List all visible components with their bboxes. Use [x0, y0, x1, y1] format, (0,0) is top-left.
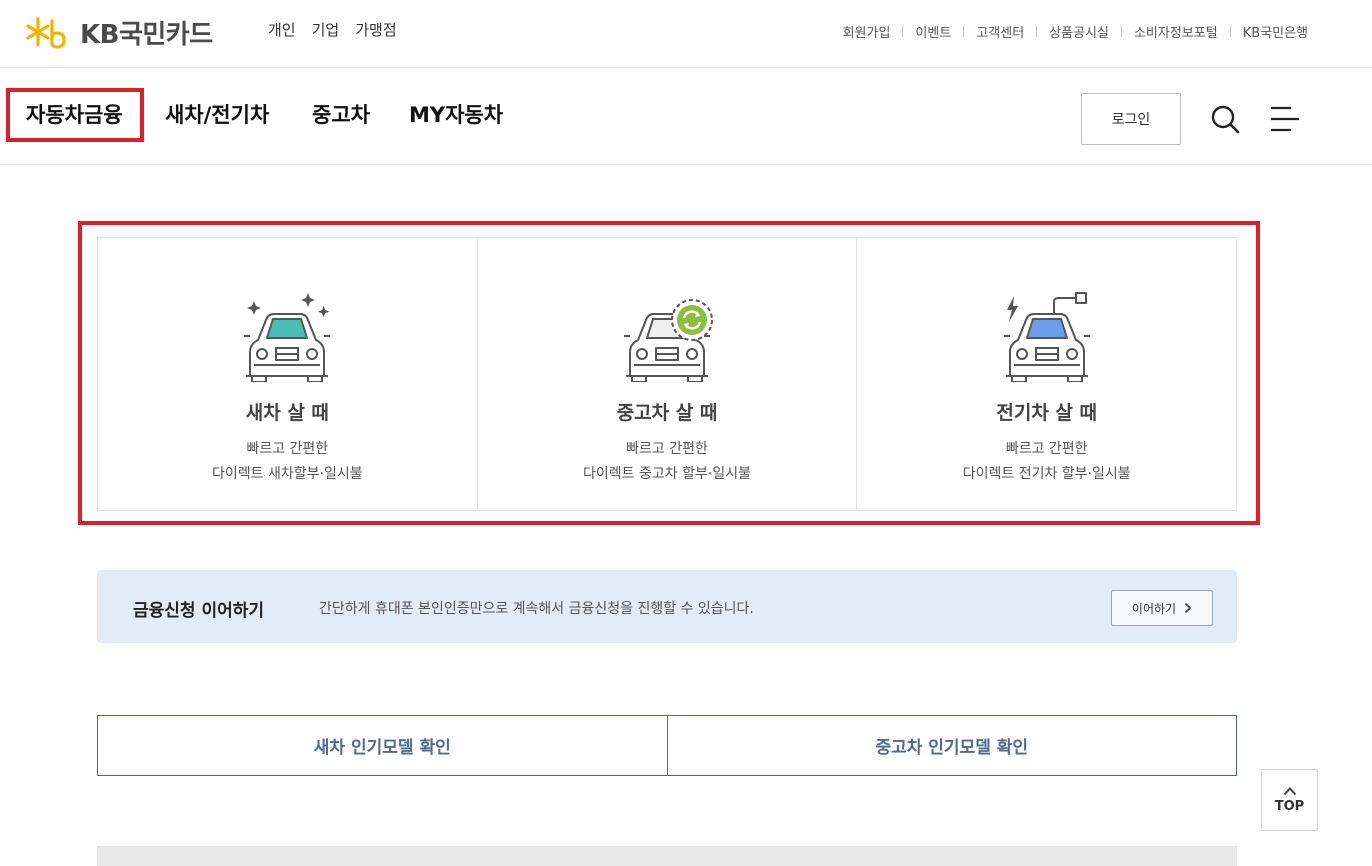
login-button[interactable]: 로그인: [1081, 93, 1181, 145]
divider: [1229, 26, 1231, 37]
utility-link-kb-bank[interactable]: KB국민은행: [1243, 22, 1308, 41]
utility-link-product-disclosure[interactable]: 상품공시실: [1049, 22, 1109, 41]
card-used-car[interactable]: 중고차 살 때 빠르고 간편한 다이렉트 중고차 할부·일시불: [478, 238, 858, 510]
divider: [963, 26, 965, 37]
used-car-icon: [624, 299, 713, 382]
utility-links: 회원가입 이벤트 고객센터 상품공시실 소비자정보포털 KB국민은행: [843, 22, 1308, 41]
card-desc-line: 다이렉트 새차할부·일시불: [212, 466, 363, 482]
segment-personal[interactable]: 개인: [268, 19, 296, 40]
customer-segment-nav: 개인 기업 가맹점: [268, 19, 397, 40]
divider: [902, 26, 904, 37]
card-description: 빠르고 간편한 다이렉트 새차할부·일시불: [212, 437, 363, 487]
divider: [1120, 26, 1122, 37]
new-car-icon: [244, 293, 331, 382]
resume-title: 금융신청 이어하기: [133, 601, 265, 621]
card-title: 중고차 살 때: [616, 402, 718, 424]
menu-icon[interactable]: [1269, 105, 1301, 133]
resume-button-label: 이어하기: [1131, 601, 1177, 616]
nav-item-used-car[interactable]: 중고차: [312, 99, 370, 129]
utility-link-consumer-portal[interactable]: 소비자정보포털: [1134, 22, 1218, 41]
electric-car-icon: [1003, 292, 1090, 382]
main-navigation: 자동차금융 새차/전기차 중고차 MY자동차 로그인: [0, 68, 1372, 165]
card-desc-line: 다이렉트 전기차 할부·일시불: [962, 466, 1131, 482]
card-electric-car[interactable]: 전기차 살 때 빠르고 간편한 다이렉트 전기차 할부·일시불: [857, 238, 1236, 510]
segment-merchant[interactable]: 가맹점: [355, 19, 396, 40]
card-description: 빠르고 간편한 다이렉트 전기차 할부·일시불: [963, 437, 1131, 487]
next-section-placeholder: [97, 846, 1237, 866]
chevron-up-icon: [1283, 787, 1296, 796]
divider: [1036, 26, 1038, 37]
nav-item-new-ev-car[interactable]: 새차/전기차: [165, 99, 269, 129]
utility-link-signup[interactable]: 회원가입: [843, 22, 891, 41]
top-utility-bar: KB국민카드 개인 기업 가맹점 회원가입 이벤트 고객센터 상품공시실 소비자…: [0, 0, 1372, 68]
card-desc-line: 빠르고 간편한: [246, 441, 329, 457]
kb-star-logo-icon: [26, 16, 66, 49]
card-title: 전기차 살 때: [996, 402, 1097, 424]
popular-models-tabs: 새차 인기모델 확인 중고차 인기모델 확인: [97, 715, 1237, 776]
utility-link-event[interactable]: 이벤트: [915, 22, 951, 41]
search-icon[interactable]: [1210, 104, 1240, 134]
scroll-top-button[interactable]: TOP: [1261, 769, 1318, 831]
chevron-right-icon: [1184, 602, 1192, 614]
logo-text: KB국민카드: [80, 20, 213, 50]
resume-application-banner: 금융신청 이어하기 간단하게 휴대폰 본인인증만으로 계속해서 금융신청을 진행…: [97, 570, 1237, 643]
used-car-popular-models-button[interactable]: 중고차 인기모델 확인: [667, 716, 1236, 775]
card-desc-line: 다이렉트 중고차 할부·일시불: [583, 466, 751, 482]
card-desc-line: 빠르고 간편한: [626, 441, 708, 457]
car-purchase-options: 새차 살 때 빠르고 간편한 다이렉트 새차할부·일시불 중고차 살 때 빠르고…: [97, 237, 1237, 511]
segment-business[interactable]: 기업: [312, 19, 340, 40]
kb-card-logo[interactable]: KB국민카드: [26, 14, 213, 51]
nav-item-auto-finance[interactable]: 자동차금융: [26, 99, 123, 129]
scroll-top-label: TOP: [1274, 799, 1305, 814]
card-title: 새차 살 때: [245, 402, 329, 424]
card-new-car[interactable]: 새차 살 때 빠르고 간편한 다이렉트 새차할부·일시불: [98, 238, 478, 510]
card-description: 빠르고 간편한 다이렉트 중고차 할부·일시불: [583, 437, 751, 487]
card-desc-line: 빠르고 간편한: [1005, 441, 1088, 457]
utility-link-customer-center[interactable]: 고객센터: [976, 22, 1024, 41]
resume-description: 간단하게 휴대폰 본인인증만으로 계속해서 금융신청을 진행할 수 있습니다.: [319, 601, 754, 617]
nav-item-my-car[interactable]: MY자동차: [409, 99, 503, 129]
resume-button[interactable]: 이어하기: [1111, 590, 1213, 626]
new-car-popular-models-button[interactable]: 새차 인기모델 확인: [98, 716, 668, 775]
